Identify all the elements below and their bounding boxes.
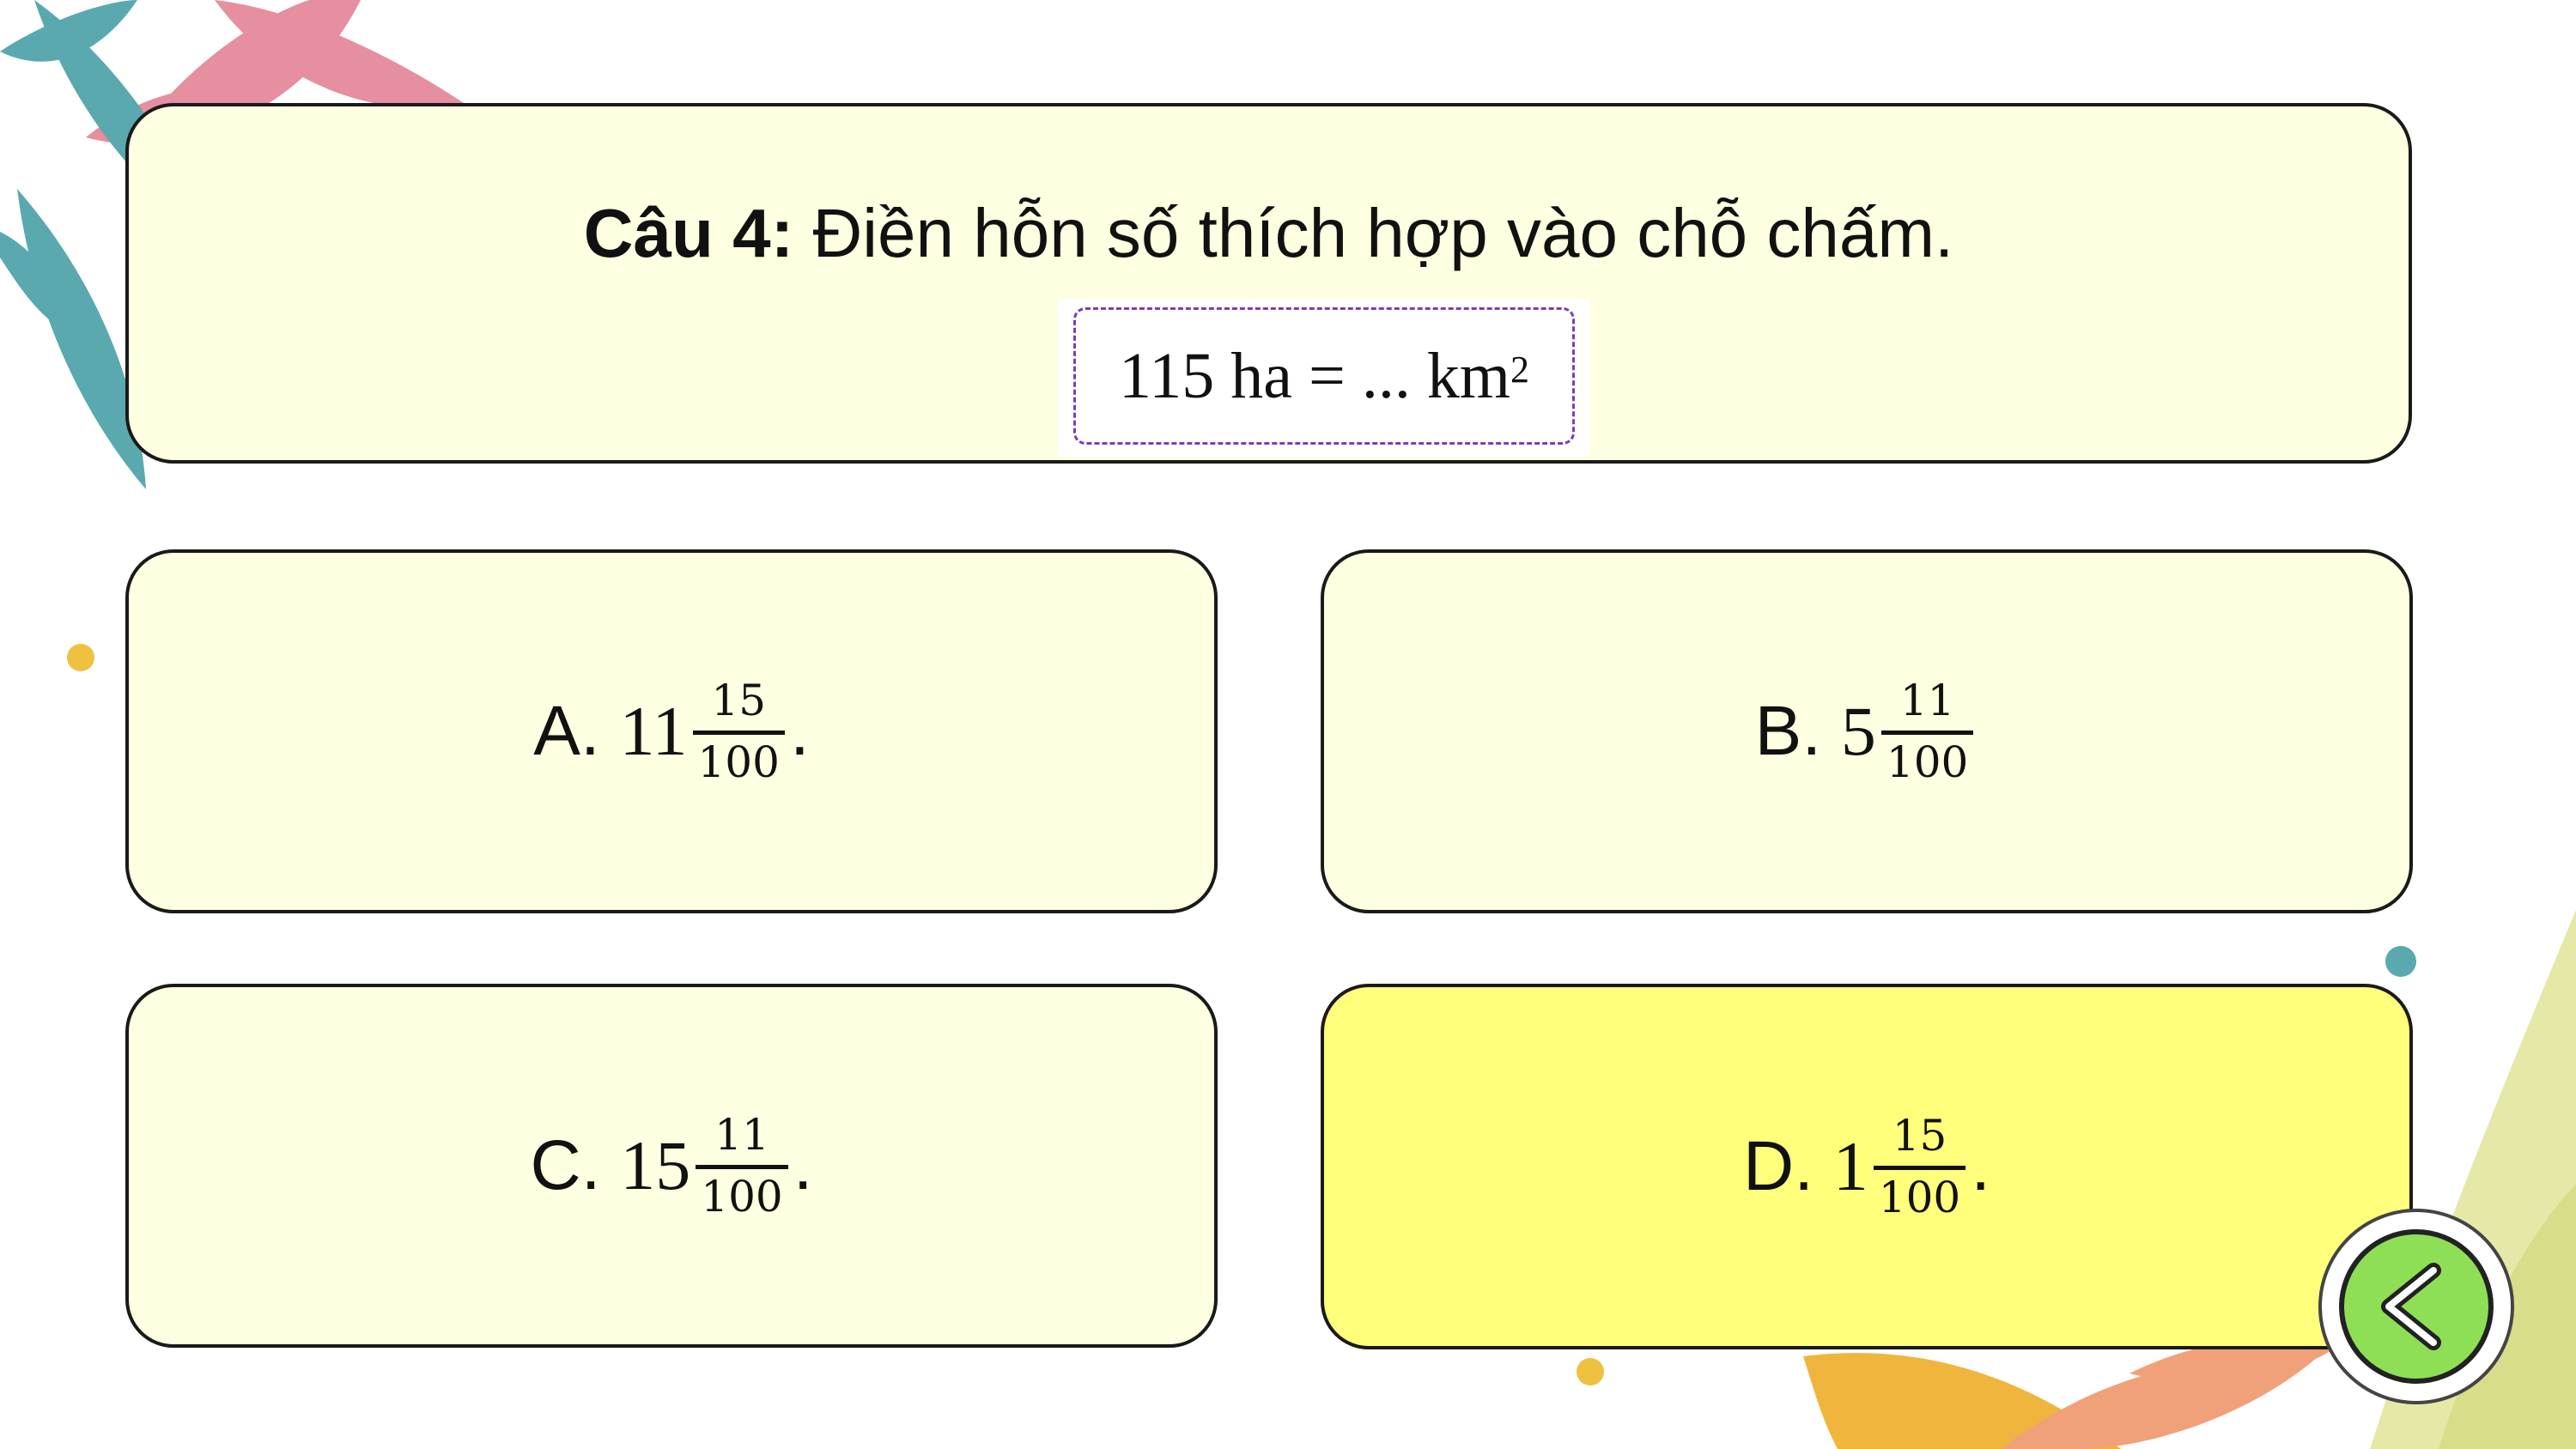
answer-whole-number: 15 bbox=[620, 1126, 691, 1204]
expression-superscript: 2 bbox=[1510, 348, 1529, 391]
answer-option-d-selected[interactable]: D. 1 15 100. bbox=[1321, 984, 2413, 1349]
answer-c-content: C. 15 11 100. bbox=[530, 1113, 812, 1219]
back-button-face bbox=[2339, 1229, 2494, 1384]
fraction-numerator: 15 bbox=[1892, 1111, 1947, 1161]
fraction-denominator: 100 bbox=[701, 1171, 783, 1222]
answer-whole-number: 1 bbox=[1832, 1127, 1868, 1205]
answer-fraction: 11 100 bbox=[1880, 676, 1974, 787]
back-button[interactable] bbox=[2318, 1209, 2514, 1404]
fraction-bar bbox=[1873, 1165, 1966, 1170]
fraction-bar bbox=[696, 1164, 788, 1169]
expression-text: 115 ha = ... km bbox=[1119, 339, 1510, 412]
answer-letter: D. bbox=[1742, 1127, 1814, 1205]
question-prompt: Điền hỗn số thích hợp vào chỗ chấm. bbox=[793, 195, 1954, 271]
question-label: Câu 4: bbox=[583, 195, 794, 271]
answer-fraction: 15 100 bbox=[1873, 1111, 1966, 1222]
answer-suffix: . bbox=[1971, 1127, 1991, 1205]
answer-option-a[interactable]: A. 11 15 100. bbox=[125, 549, 1218, 913]
answer-whole-number: 5 bbox=[1840, 692, 1876, 770]
answer-fraction: 15 100 bbox=[692, 676, 785, 787]
answer-suffix: . bbox=[789, 692, 810, 770]
answer-suffix: . bbox=[793, 1126, 813, 1204]
answer-b-content: B. 5 11 100 bbox=[1755, 678, 1979, 785]
fraction-numerator: 11 bbox=[1899, 676, 1955, 725]
fraction-bar bbox=[692, 730, 785, 735]
fraction-denominator: 100 bbox=[697, 737, 780, 787]
dot-decoration bbox=[2385, 946, 2416, 977]
fraction-denominator: 100 bbox=[1878, 1172, 1961, 1222]
fraction-bar bbox=[1880, 730, 1974, 735]
dot-decoration bbox=[1577, 1358, 1604, 1385]
expression-box: 115 ha = ... km 2 bbox=[1058, 299, 1590, 457]
answer-fraction: 11 100 bbox=[696, 1110, 788, 1222]
answer-whole-number: 11 bbox=[619, 692, 688, 770]
expression: 115 ha = ... km 2 bbox=[1073, 307, 1575, 445]
fraction-numerator: 11 bbox=[714, 1110, 769, 1160]
question-text: Câu 4: Điền hỗn số thích hợp vào chỗ chấ… bbox=[129, 192, 2409, 275]
fraction-numerator: 15 bbox=[711, 676, 767, 725]
answer-option-b[interactable]: B. 5 11 100 bbox=[1321, 549, 2413, 913]
answer-d-content: D. 1 15 100. bbox=[1743, 1113, 1990, 1220]
answer-letter: B. bbox=[1754, 692, 1822, 770]
answer-letter: A. bbox=[533, 692, 600, 770]
answer-a-content: A. 11 15 100. bbox=[533, 678, 809, 785]
chevron-left-icon bbox=[2381, 1263, 2441, 1350]
answer-option-c[interactable]: C. 15 11 100. bbox=[125, 984, 1218, 1348]
fraction-denominator: 100 bbox=[1886, 737, 1969, 787]
answer-letter: C. bbox=[530, 1126, 601, 1204]
dot-decoration bbox=[67, 644, 94, 671]
